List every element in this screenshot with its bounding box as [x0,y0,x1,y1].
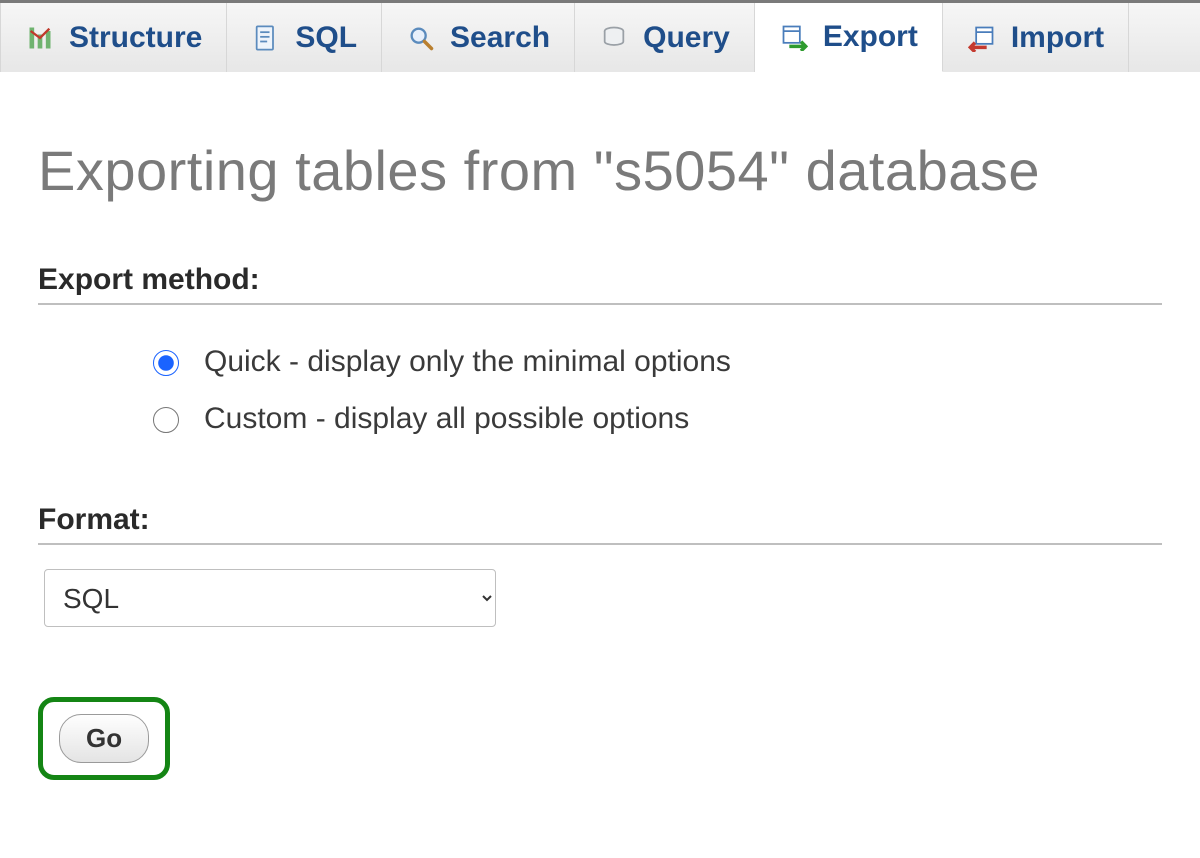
export-icon [779,22,809,52]
tab-query[interactable]: Query [575,3,755,72]
tab-search[interactable]: Search [382,3,575,72]
tab-structure[interactable]: Structure [0,3,227,72]
sql-icon [251,23,281,53]
export-method-custom[interactable]: Custom - display all possible options [148,390,1162,447]
top-tabbar: Structure SQL Search Qu [0,0,1200,72]
tab-export[interactable]: Export [755,3,943,72]
format-header: Format: [38,503,1162,545]
radio-custom[interactable] [153,407,179,433]
format-select[interactable]: SQL [44,569,496,627]
tab-label: SQL [295,21,357,55]
export-method-header: Export method: [38,263,1162,305]
radio-quick[interactable] [153,350,179,376]
go-highlight: Go [38,697,170,780]
export-method-quick[interactable]: Quick - display only the minimal options [148,333,1162,390]
import-icon [967,23,997,53]
tab-label: Structure [69,21,202,55]
tab-label: Search [450,21,550,55]
search-icon [406,23,436,53]
go-button[interactable]: Go [59,714,149,763]
radio-quick-label[interactable]: Quick - display only the minimal options [204,333,731,390]
tab-label: Import [1011,21,1104,55]
tab-sql[interactable]: SQL [227,3,382,72]
tab-import[interactable]: Import [943,3,1129,72]
query-icon [599,23,629,53]
structure-icon [25,23,55,53]
page-title: Exporting tables from "s5054" database [38,138,1162,203]
tab-label: Query [643,21,730,55]
tab-label: Export [823,20,918,54]
export-method-options: Quick - display only the minimal options… [38,323,1162,483]
main-content: Exporting tables from "s5054" database E… [0,72,1200,820]
radio-custom-label[interactable]: Custom - display all possible options [204,390,689,447]
